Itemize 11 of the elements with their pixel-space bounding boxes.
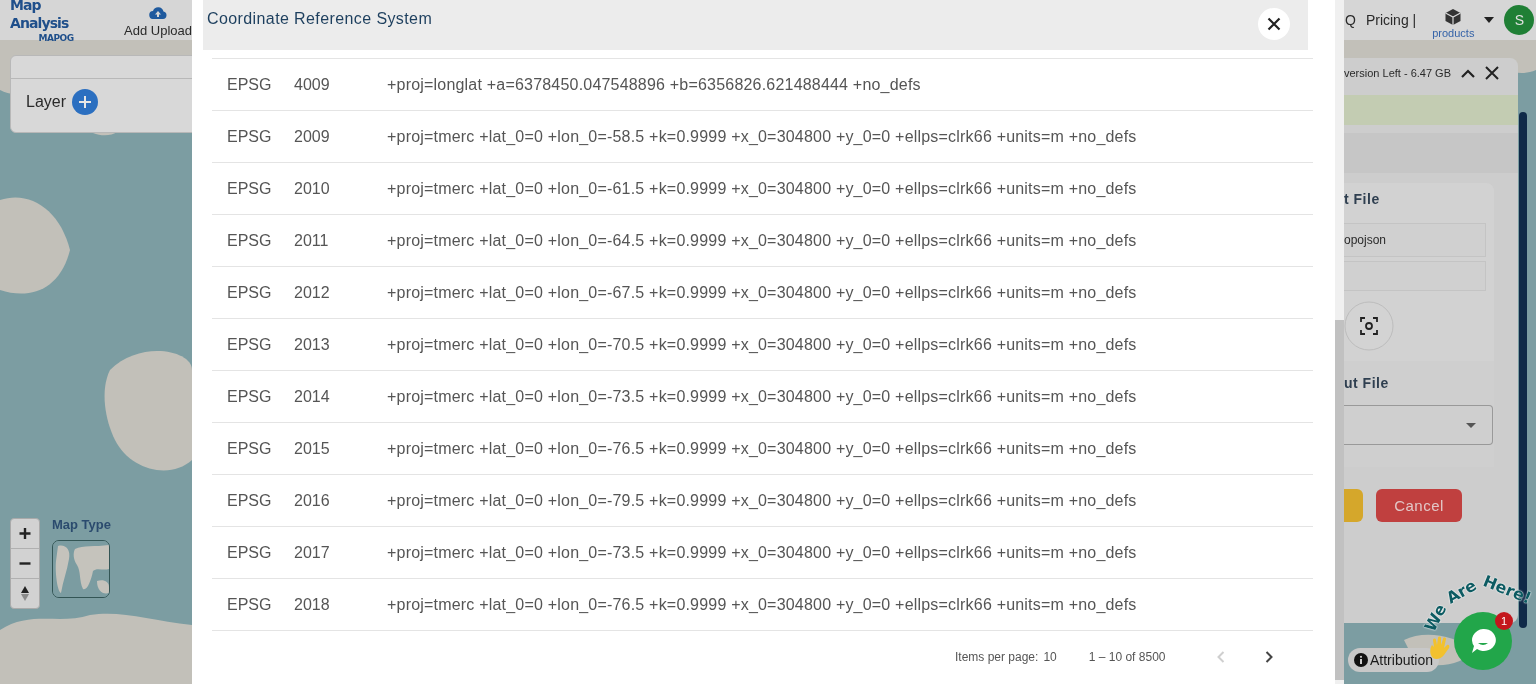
upload-button[interactable]: Add Upload — [124, 2, 192, 38]
nav-link[interactable]: Pricing | — [1365, 12, 1417, 28]
dialog-title: Coordinate Reference System — [207, 10, 433, 28]
nav-link[interactable]: Q — [1345, 12, 1356, 28]
cube-icon — [1444, 7, 1463, 26]
caret-icon[interactable] — [1484, 17, 1495, 23]
cloud-upload-icon — [149, 6, 167, 19]
logo-title: Map Analysis — [10, 0, 70, 32]
products-menu[interactable]: products — [1432, 1, 1475, 39]
close-button[interactable] — [1258, 8, 1290, 40]
user-avatar[interactable]: S — [1504, 5, 1535, 35]
